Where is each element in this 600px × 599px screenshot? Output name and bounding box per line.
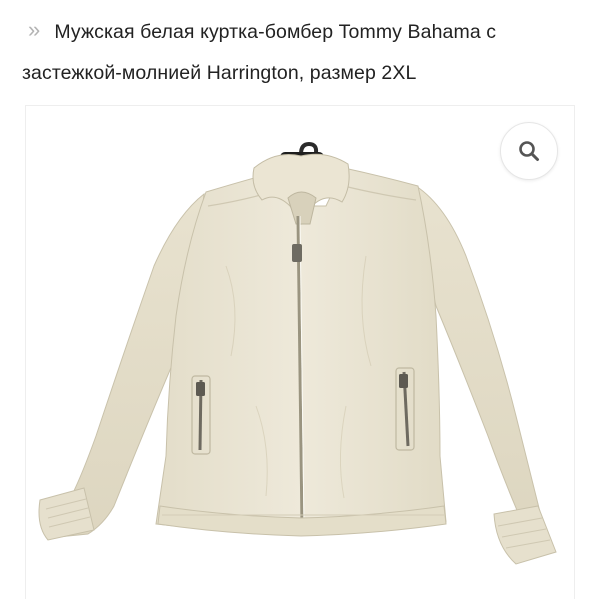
double-chevron-right-icon: » (28, 17, 41, 42)
product-title: Мужская белая куртка-бомбер Tommy Bahama… (22, 21, 497, 84)
product-image[interactable] (26, 106, 575, 599)
zoom-button[interactable] (500, 122, 558, 180)
product-title-block: » Мужская белая куртка-бомбер Tommy Baham… (22, 10, 582, 94)
product-page: » Мужская белая куртка-бомбер Tommy Baham… (0, 0, 600, 599)
search-icon (519, 141, 539, 161)
product-gallery[interactable] (25, 105, 575, 599)
